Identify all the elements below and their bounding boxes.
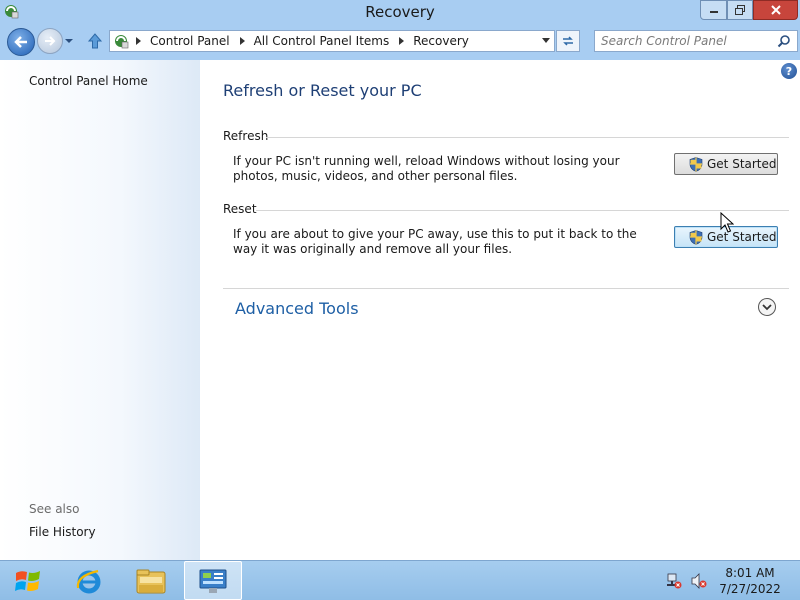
page-title: Refresh or Reset your PC <box>223 81 422 100</box>
restore-button[interactable] <box>727 0 753 20</box>
close-icon <box>770 5 781 15</box>
search-icon[interactable] <box>777 34 791 48</box>
windows-logo-icon <box>15 571 40 591</box>
forward-button[interactable] <box>37 28 63 54</box>
navigation-bar: Control Panel All Control Panel Items Re… <box>0 24 800 60</box>
refresh-get-started-button[interactable]: Get Started <box>674 153 778 175</box>
advanced-tools-header[interactable]: Advanced Tools <box>235 299 359 318</box>
clock-date: 7/27/2022 <box>719 582 781 596</box>
clock-time: 8:01 AM <box>725 566 775 580</box>
taskbar-control-panel[interactable] <box>184 561 242 600</box>
restore-icon <box>735 5 745 15</box>
refresh-button[interactable] <box>556 30 580 52</box>
breadcrumb: Control Panel All Control Panel Items Re… <box>136 31 479 51</box>
reset-button-label: Get Started <box>707 230 777 244</box>
content-area: Control Panel Home See also File History… <box>0 60 800 560</box>
refresh-divider <box>266 137 789 138</box>
control-panel-icon <box>199 569 227 593</box>
minimize-icon <box>709 11 718 13</box>
refresh-button-label: Get Started <box>707 157 777 171</box>
start-button[interactable] <box>8 567 48 595</box>
network-icon[interactable] <box>666 573 682 589</box>
refresh-heading: Refresh <box>223 129 269 143</box>
search-input[interactable] <box>595 31 775 51</box>
back-arrow-icon <box>14 36 27 48</box>
taskbar-file-explorer[interactable] <box>122 561 180 600</box>
address-dropdown-icon[interactable] <box>542 38 550 43</box>
title-bar: Recovery <box>0 0 800 24</box>
uac-shield-icon <box>689 156 703 172</box>
see-also-label: See also <box>29 502 80 516</box>
breadcrumb-recovery[interactable]: Recovery <box>413 34 469 48</box>
control-panel-location-icon <box>115 35 129 49</box>
chevron-right-icon[interactable] <box>136 37 141 45</box>
window-title: Recovery <box>365 3 435 21</box>
chevron-down-icon <box>762 304 772 311</box>
internet-explorer-icon <box>76 569 101 593</box>
forward-arrow-icon <box>45 36 56 46</box>
system-clock[interactable]: 8:01 AM 7/27/2022 <box>716 565 784 597</box>
taskbar-internet-explorer[interactable] <box>60 561 118 600</box>
search-box[interactable] <box>594 30 798 52</box>
chevron-right-icon[interactable] <box>239 37 245 45</box>
reset-heading: Reset <box>223 202 257 216</box>
up-arrow-icon[interactable] <box>86 32 104 50</box>
advanced-divider <box>223 288 789 289</box>
sidebar: Control Panel Home See also File History <box>0 60 200 560</box>
address-bar[interactable]: Control Panel All Control Panel Items Re… <box>109 30 555 52</box>
main-panel: ? Refresh or Reset your PC Refresh If yo… <box>200 60 800 560</box>
close-button[interactable] <box>753 0 798 20</box>
back-button[interactable] <box>7 28 35 56</box>
volume-muted-icon[interactable] <box>690 573 708 589</box>
recovery-window: Recovery Control Panel All Control Panel… <box>0 0 800 560</box>
refresh-description: If your PC isn't running well, reload Wi… <box>233 154 620 183</box>
reset-divider <box>256 210 789 211</box>
control-panel-home-link[interactable]: Control Panel Home <box>29 74 148 88</box>
taskbar: 8:01 AM 7/27/2022 <box>0 560 800 600</box>
recent-locations-dropdown-icon[interactable] <box>64 36 74 46</box>
chevron-right-icon[interactable] <box>399 37 405 45</box>
uac-shield-icon <box>689 229 703 245</box>
file-explorer-icon <box>136 569 166 593</box>
reset-description: If you are about to give your PC away, u… <box>233 227 637 256</box>
file-history-link[interactable]: File History <box>29 525 96 539</box>
refresh-icon <box>563 36 573 46</box>
help-icon[interactable]: ? <box>781 63 797 79</box>
breadcrumb-control-panel[interactable]: Control Panel <box>150 34 230 48</box>
minimize-button[interactable] <box>700 0 727 20</box>
expand-advanced-tools-button[interactable] <box>758 298 776 316</box>
breadcrumb-all-items[interactable]: All Control Panel Items <box>254 34 390 48</box>
mouse-cursor-icon <box>720 212 734 233</box>
